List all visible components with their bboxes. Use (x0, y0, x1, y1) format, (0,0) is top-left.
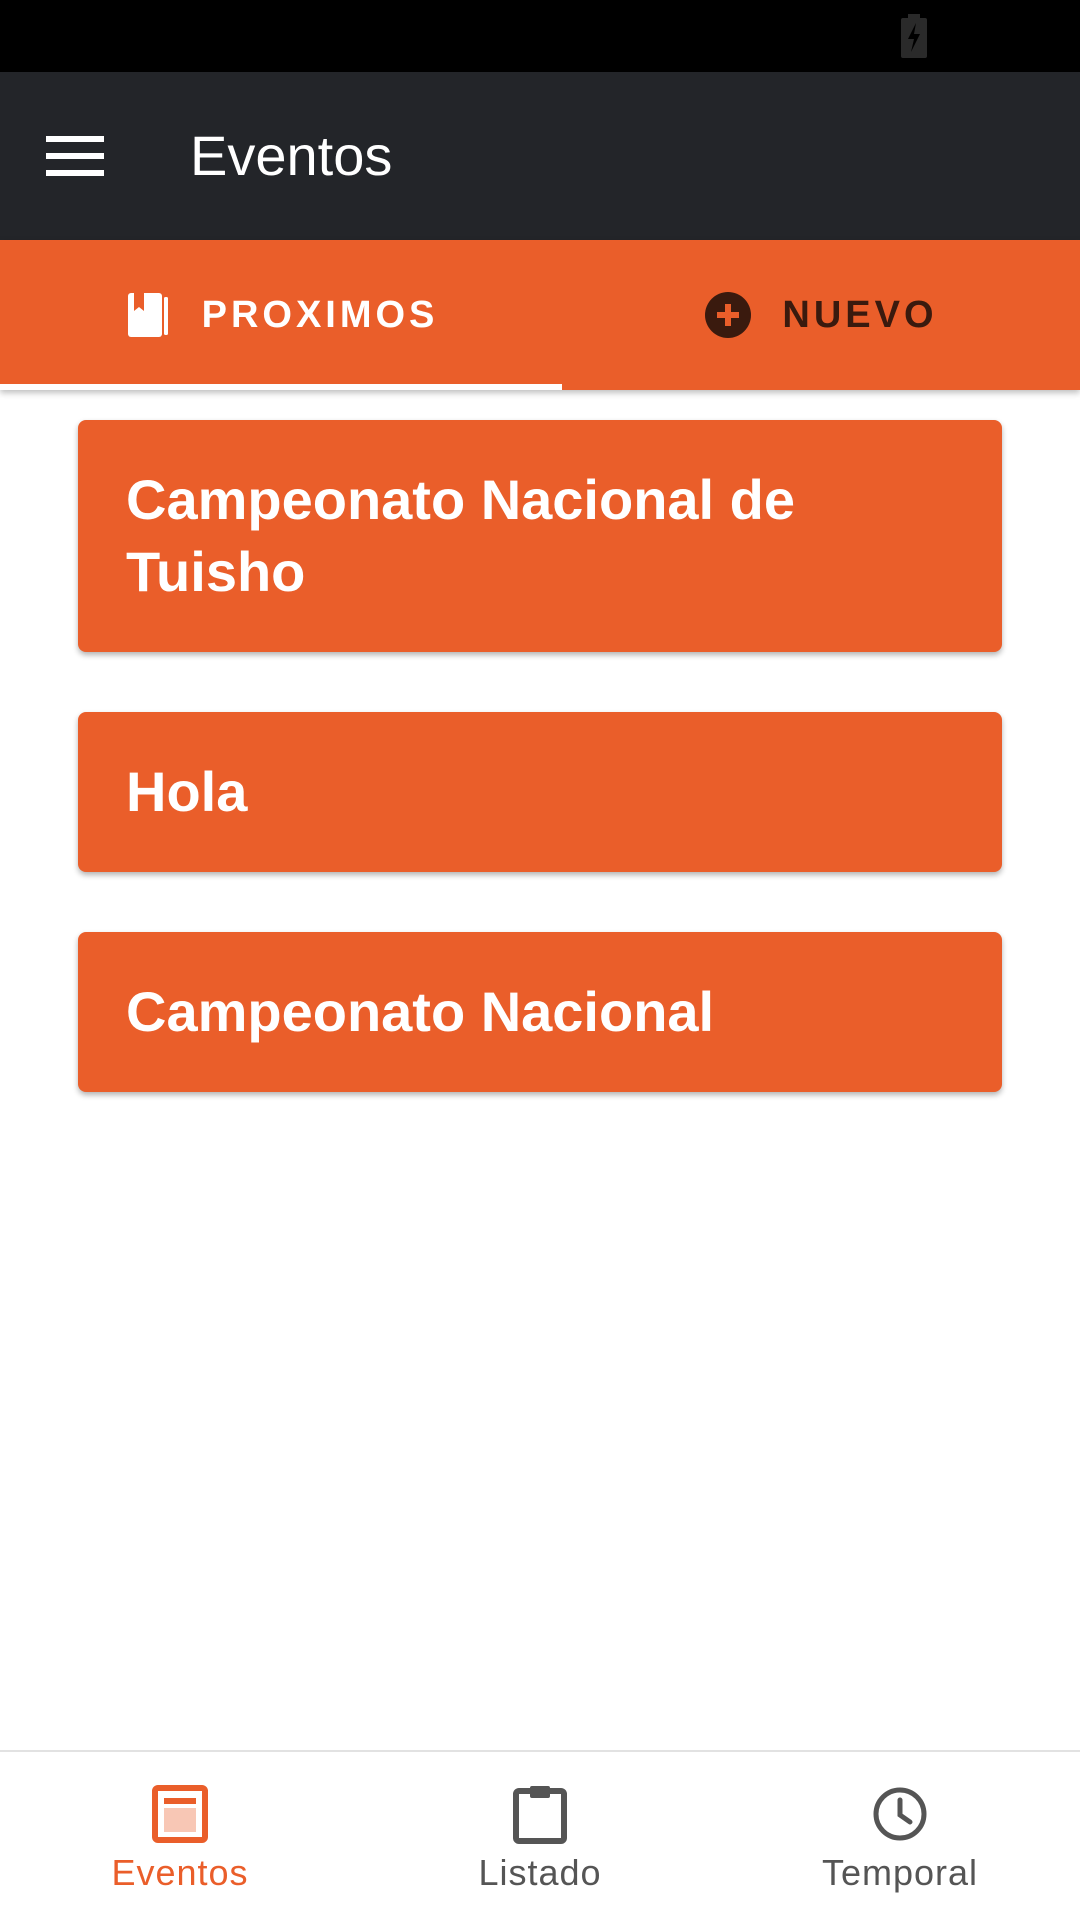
event-card[interactable]: Hola (78, 712, 1002, 872)
tab-proximos-label: PROXIMOS (201, 293, 439, 336)
event-list: Campeonato Nacional de Tuisho Hola Campe… (78, 420, 1002, 1152)
event-title: Campeonato Nacional (126, 980, 715, 1043)
nav-item-temporal[interactable]: Temporal (720, 1752, 1080, 1920)
clipboard-icon (513, 1786, 567, 1844)
nav-label-listado: Listado (478, 1852, 602, 1893)
event-card[interactable]: Campeonato Nacional de Tuisho (78, 420, 1002, 652)
clock-icon (873, 1787, 927, 1841)
event-title: Hola (126, 760, 248, 823)
nav-item-eventos[interactable]: Eventos (0, 1752, 360, 1920)
status-bar (0, 0, 1080, 72)
tab-nuevo-label: NUEVO (782, 293, 938, 336)
tab-bar: PROXIMOS NUEVO (0, 240, 1080, 390)
nav-label-temporal: Temporal (821, 1852, 979, 1893)
event-page-icon (152, 1785, 208, 1843)
bottom-navigation: Eventos Listado Temporal (0, 1750, 1080, 1920)
event-card[interactable]: Campeonato Nacional (78, 932, 1002, 1092)
event-title: Campeonato Nacional de Tuisho (126, 468, 796, 603)
add-circle-icon (705, 292, 752, 338)
nav-label-eventos: Eventos (111, 1852, 249, 1893)
hamburger-menu-icon[interactable] (46, 134, 104, 178)
nav-item-listado[interactable]: Listado (360, 1752, 720, 1920)
app-bar: Eventos (0, 72, 1080, 240)
tab-proximos[interactable]: PROXIMOS (0, 240, 562, 390)
page-title: Eventos (190, 124, 393, 187)
battery-charging-icon (901, 14, 927, 58)
book-icon (127, 293, 168, 337)
tab-nuevo[interactable]: NUEVO (562, 240, 1080, 390)
tab-indicator (0, 384, 562, 390)
